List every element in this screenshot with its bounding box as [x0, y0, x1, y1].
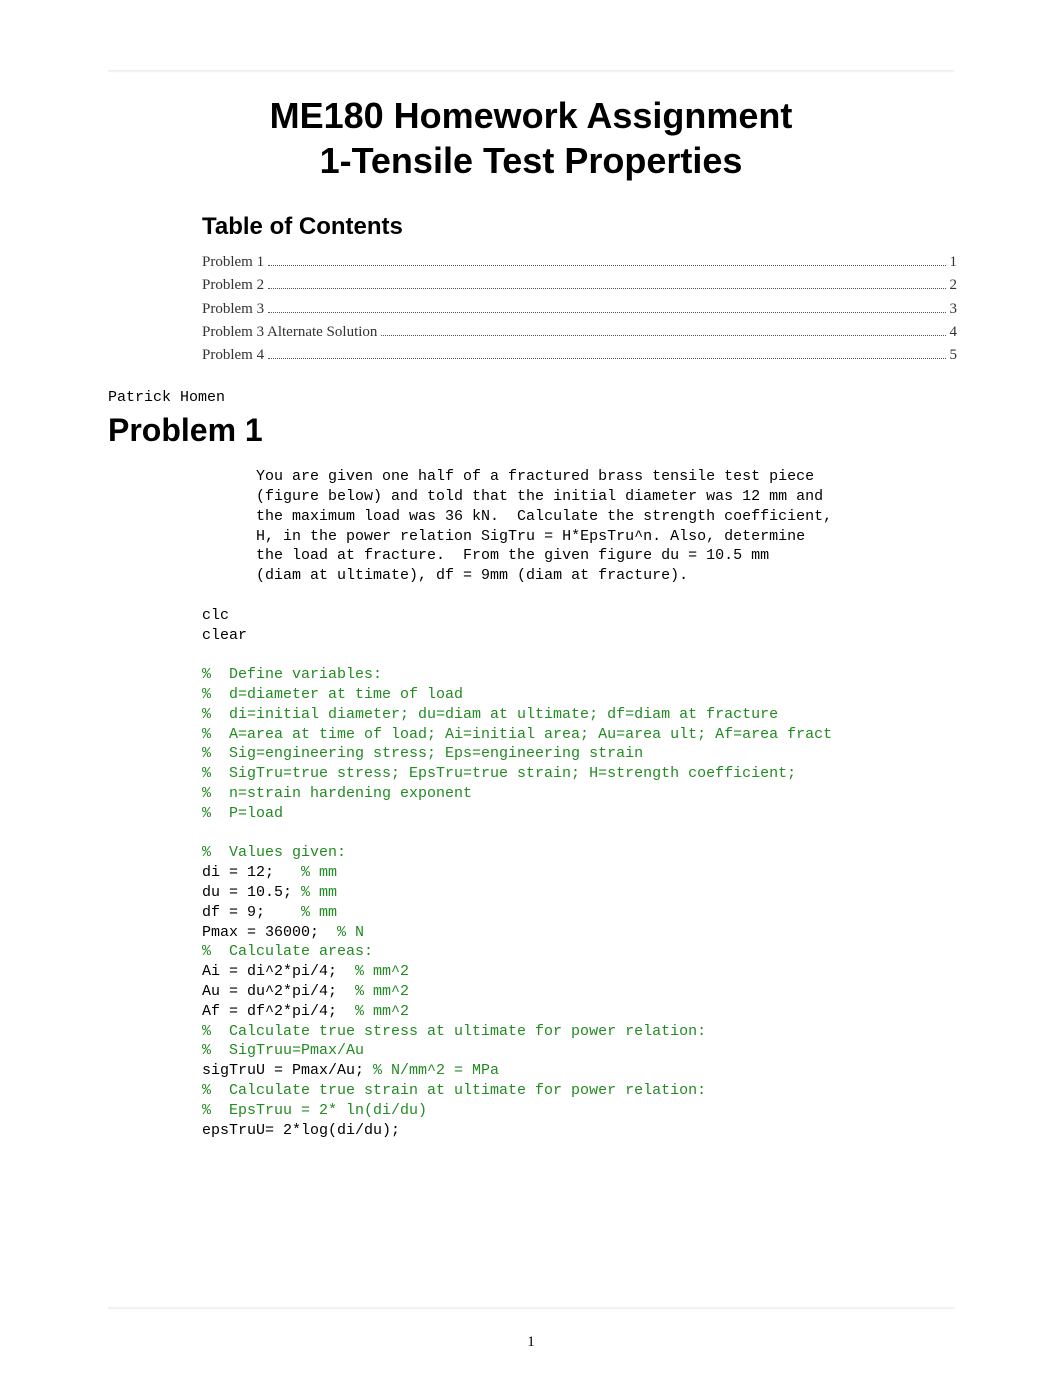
code-line: di = 12; — [202, 864, 301, 881]
code-line: clc — [202, 607, 229, 624]
code-line: clear — [202, 627, 247, 644]
code-comment: % d=diameter at time of load — [202, 686, 463, 703]
code-line: Ai = di^2*pi/4; — [202, 963, 355, 980]
toc-heading: Table of Contents — [202, 213, 954, 241]
toc-item-page: 5 — [950, 344, 958, 367]
code-intro-line: (figure below) and told that the initial… — [256, 488, 823, 505]
code-intro-line: the load at fracture. From the given fig… — [256, 547, 769, 564]
toc-item-page: 4 — [950, 321, 958, 344]
code-comment: % mm^2 — [355, 963, 409, 980]
title-line-2: 1-Tensile Test Properties — [320, 140, 743, 181]
toc-dot-leader — [268, 276, 945, 290]
code-comment: % mm^2 — [355, 1003, 409, 1020]
code-comment: % EpsTruu = 2* ln(di/du) — [202, 1102, 427, 1119]
toc-row: Problem 1 1 — [202, 251, 957, 274]
code-line: Au = du^2*pi/4; — [202, 983, 355, 1000]
code-comment: % n=strain hardening exponent — [202, 785, 472, 802]
author-name: Patrick Homen — [108, 389, 954, 406]
toc-item-label: Problem 4 — [202, 344, 264, 367]
code-comment: % Calculate true stress at ultimate for … — [202, 1023, 706, 1040]
code-comment: % Calculate true strain at ultimate for … — [202, 1082, 706, 1099]
code-comment: % A=area at time of load; Ai=initial are… — [202, 726, 832, 743]
toc-item-label: Problem 2 — [202, 274, 264, 297]
matlab-code-block: You are given one half of a fractured br… — [202, 467, 954, 1140]
code-comment: % Calculate areas: — [202, 943, 373, 960]
code-intro-line: the maximum load was 36 kN. Calculate th… — [256, 508, 832, 525]
toc-dot-leader — [268, 299, 945, 313]
code-line: du = 10.5; — [202, 884, 301, 901]
code-line: sigTruU = Pmax/Au; — [202, 1062, 373, 1079]
code-comment: % Sig=engineering stress; Eps=engineerin… — [202, 745, 643, 762]
toc-item-page: 3 — [950, 298, 958, 321]
toc-item-label: Problem 3 — [202, 298, 264, 321]
toc-item-label: Problem 1 — [202, 251, 264, 274]
title-line-1: ME180 Homework Assignment — [270, 95, 793, 136]
page: ME180 Homework Assignment 1-Tensile Test… — [0, 0, 1062, 1377]
code-line: Af = df^2*pi/4; — [202, 1003, 355, 1020]
toc-dot-leader — [268, 253, 945, 267]
code-comment: % N — [337, 924, 364, 941]
code-line: Pmax = 36000; — [202, 924, 337, 941]
code-intro-line: (diam at ultimate), df = 9mm (diam at fr… — [256, 567, 688, 584]
page-number: 1 — [0, 1334, 1062, 1351]
toc-item-label: Problem 3 Alternate Solution — [202, 321, 377, 344]
toc-dot-leader — [268, 346, 945, 360]
code-comment: % P=load — [202, 805, 283, 822]
toc-row: Problem 4 5 — [202, 344, 957, 367]
code-comment: % mm^2 — [355, 983, 409, 1000]
code-comment: % Values given: — [202, 844, 346, 861]
toc-item-page: 1 — [950, 251, 958, 274]
top-rule — [108, 70, 954, 73]
bottom-rule — [108, 1306, 954, 1309]
code-comment: % mm — [301, 864, 337, 881]
code-comment: % SigTru=true stress; EpsTru=true strain… — [202, 765, 796, 782]
toc-item-page: 2 — [950, 274, 958, 297]
code-comment: % di=initial diameter; du=diam at ultima… — [202, 706, 778, 723]
code-comment: % SigTruu=Pmax/Au — [202, 1042, 364, 1059]
problem-1-heading: Problem 1 — [108, 412, 954, 449]
code-comment: % mm — [301, 904, 337, 921]
toc-dot-leader — [381, 322, 945, 336]
code-line: epsTruU= 2*log(di/du); — [202, 1122, 400, 1139]
code-comment: % mm — [301, 884, 337, 901]
code-intro-line: H, in the power relation SigTru = H*EpsT… — [256, 528, 805, 545]
code-comment: % Define variables: — [202, 666, 382, 683]
toc-row: Problem 3 Alternate Solution 4 — [202, 321, 957, 344]
toc-row: Problem 2 2 — [202, 274, 957, 297]
code-intro-line: You are given one half of a fractured br… — [256, 468, 814, 485]
code-line: df = 9; — [202, 904, 301, 921]
table-of-contents: Problem 1 1 Problem 2 2 Problem 3 3 Prob… — [202, 251, 957, 367]
toc-row: Problem 3 3 — [202, 298, 957, 321]
code-comment: % N/mm^2 = MPa — [373, 1062, 499, 1079]
document-title: ME180 Homework Assignment 1-Tensile Test… — [167, 93, 895, 183]
